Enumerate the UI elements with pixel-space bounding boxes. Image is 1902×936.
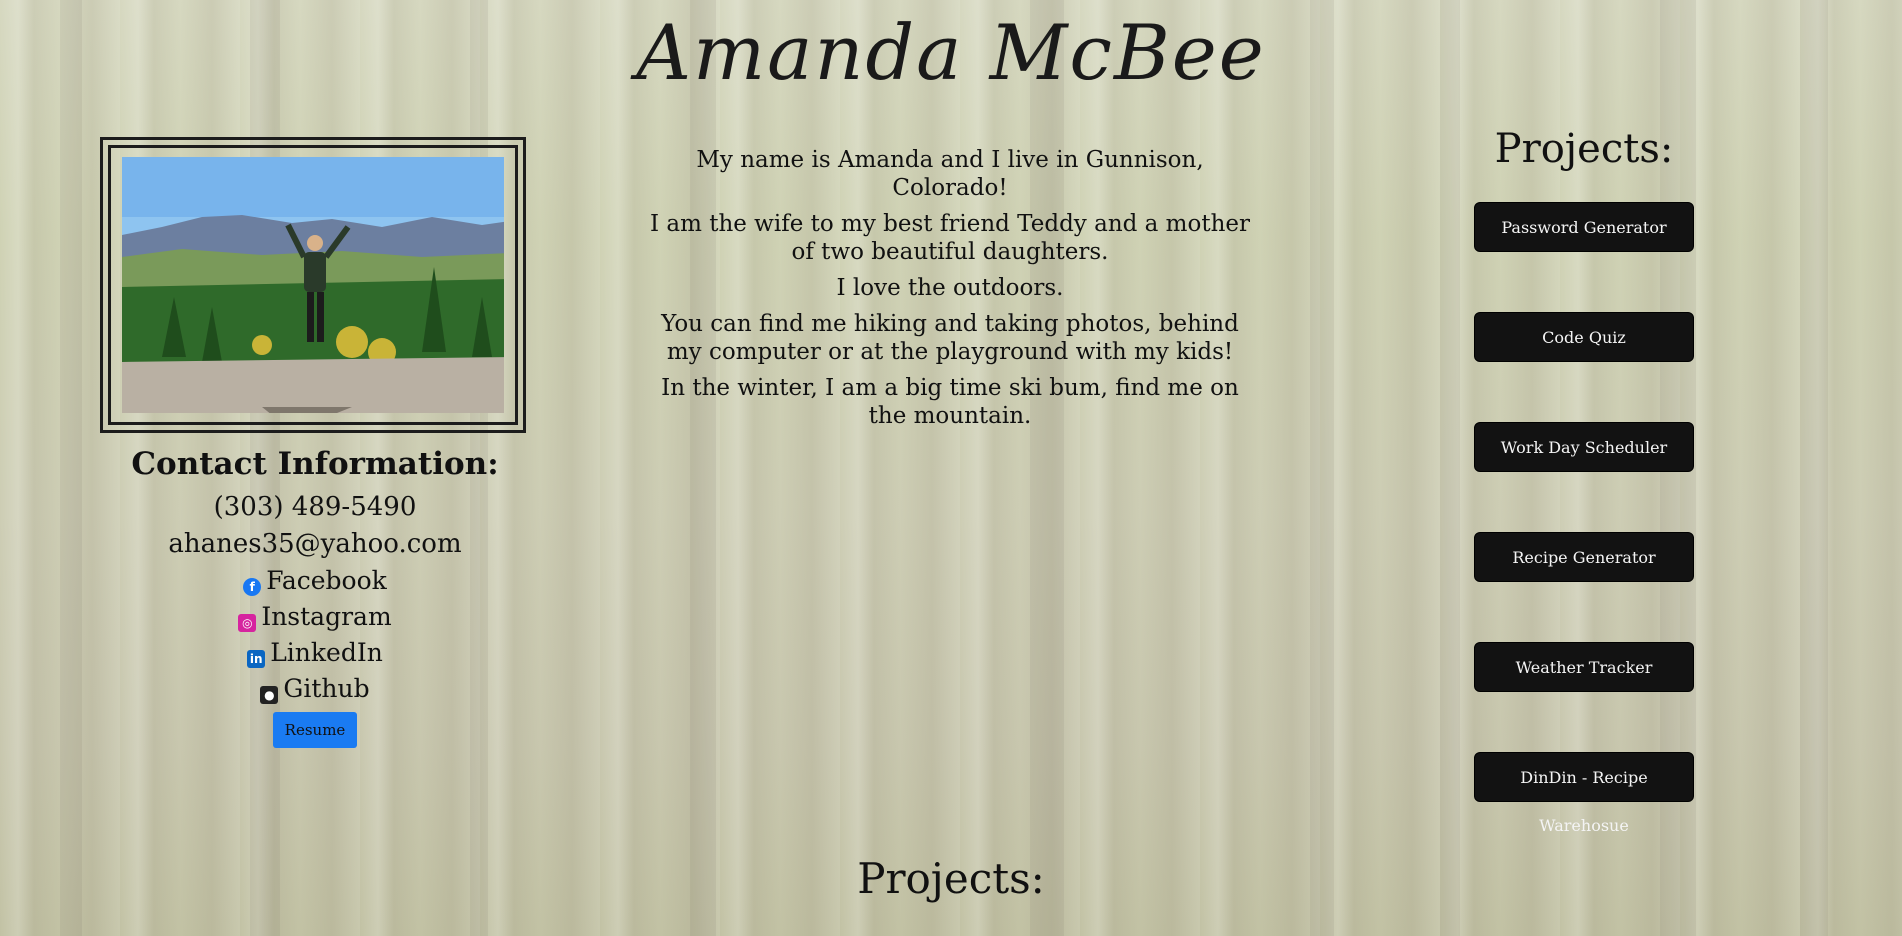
contact-section: Contact Information: (303) 489-5490 ahan… xyxy=(100,446,530,748)
contact-heading: Contact Information: xyxy=(131,446,499,482)
about-paragraph: You can find me hiking and taking photos… xyxy=(661,311,1239,365)
facebook-icon: f xyxy=(243,578,262,596)
linkedin-link[interactable]: in LinkedIn xyxy=(100,638,530,668)
phone-number: (303) 489-5490 xyxy=(213,492,417,522)
project-button-password-generator[interactable]: Password Generator xyxy=(1474,202,1694,252)
about-paragraph: I am the wife to my best friend Teddy an… xyxy=(649,211,1251,265)
project-button-code-quiz[interactable]: Code Quiz xyxy=(1474,312,1694,362)
about-section: My name is Amanda and I live in Gunnison… xyxy=(645,146,1255,438)
project-button-work-day-scheduler[interactable]: Work Day Scheduler xyxy=(1474,422,1694,472)
linkedin-icon: in xyxy=(247,650,266,668)
github-icon: ● xyxy=(260,686,279,704)
project-button-recipe-generator[interactable]: Recipe Generator xyxy=(1474,532,1694,582)
projects-sidebar: Projects: Password Generator Code Quiz W… xyxy=(1470,126,1698,862)
instagram-icon: ◎ xyxy=(238,614,257,632)
about-paragraph: In the winter, I am a big time ski bum, … xyxy=(661,375,1239,429)
project-button-weather-tracker[interactable]: Weather Tracker xyxy=(1474,642,1694,692)
projects-heading: Projects: xyxy=(1494,126,1674,172)
resume-button[interactable]: Resume xyxy=(272,712,358,748)
site-title: Amanda McBee xyxy=(636,8,1266,97)
instagram-link[interactable]: ◎ Instagram xyxy=(100,602,530,632)
email-address[interactable]: ahanes35@yahoo.com xyxy=(100,529,530,559)
github-link[interactable]: ● Github xyxy=(100,674,530,704)
project-button-dindin[interactable]: DinDin - Recipe Warehosue xyxy=(1474,752,1694,835)
facebook-link[interactable]: f Facebook xyxy=(100,566,530,596)
about-paragraph: I love the outdoors. xyxy=(836,275,1064,301)
about-paragraph: My name is Amanda and I live in Gunnison… xyxy=(696,147,1204,201)
profile-photo-frame xyxy=(100,137,526,433)
projects-section-heading: Projects: xyxy=(857,854,1045,903)
profile-photo xyxy=(122,157,504,413)
